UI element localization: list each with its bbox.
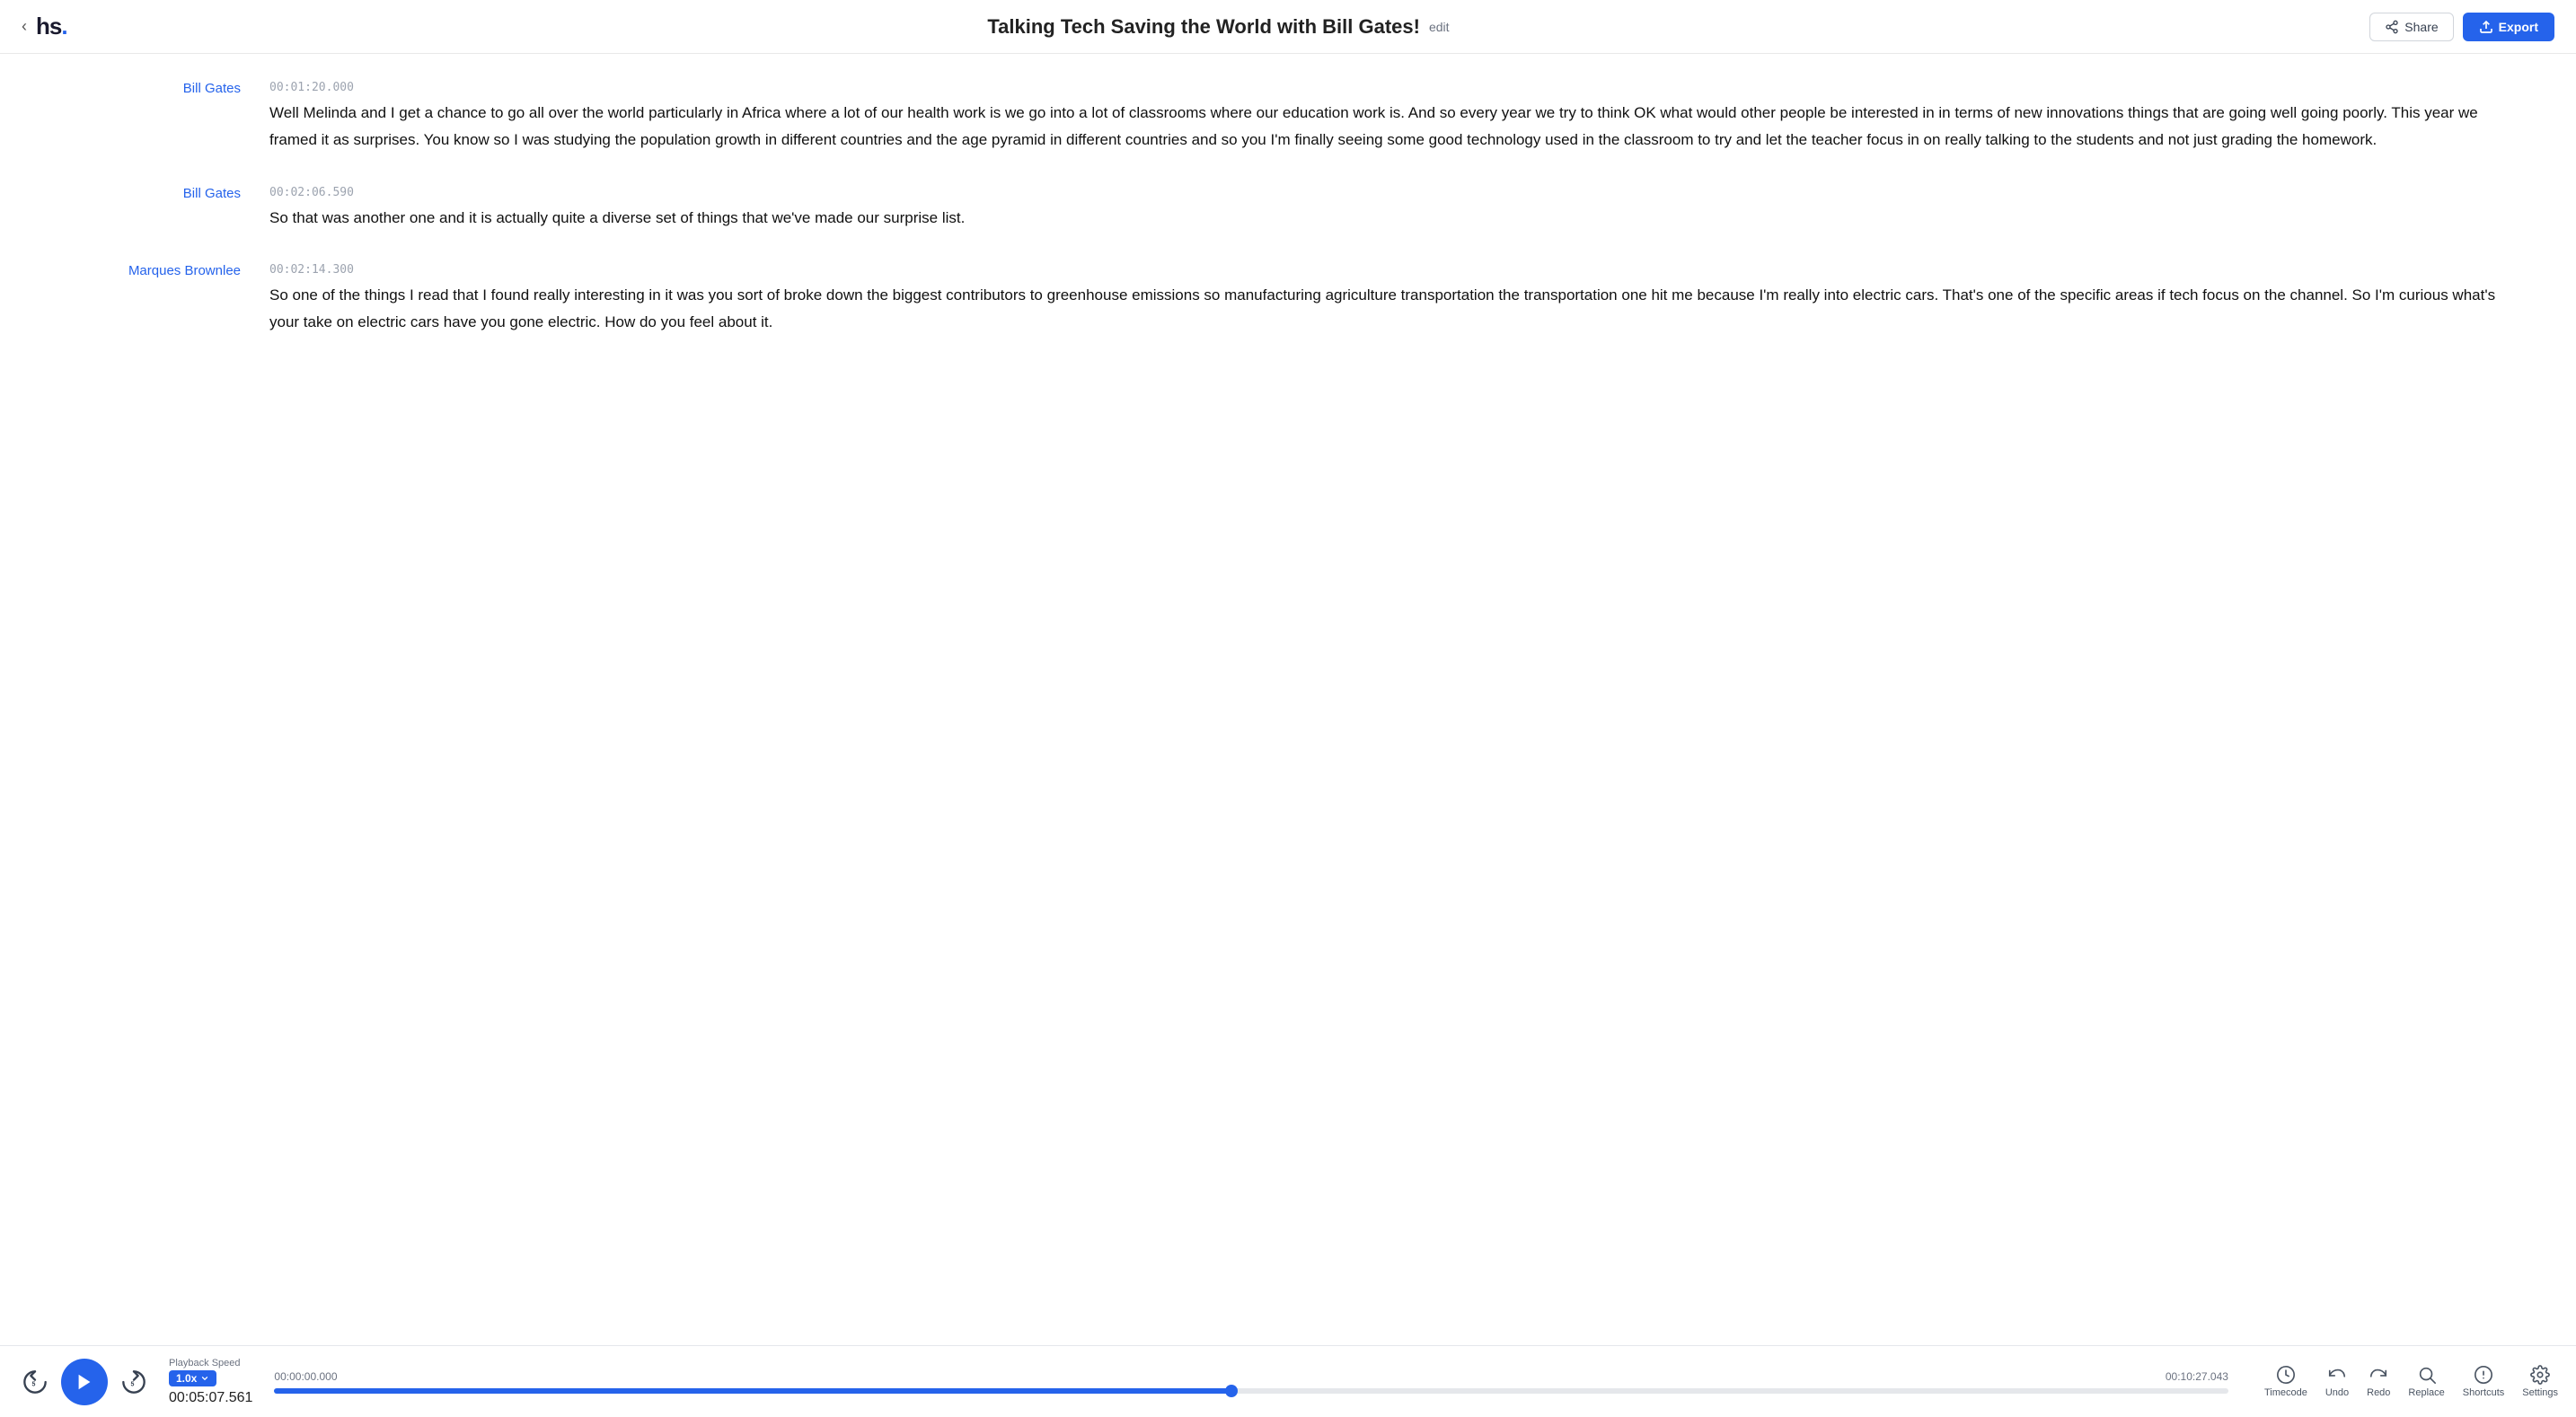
progress-thumb[interactable] — [1225, 1385, 1238, 1397]
content-col-2: 00:02:06.590 So that was another one and… — [269, 186, 2504, 232]
skip-forward-button[interactable]: 5 — [117, 1365, 151, 1399]
header-actions: Share Export — [2369, 13, 2554, 41]
transcript-text-1: Well Melinda and I get a chance to go al… — [269, 100, 2504, 154]
speaker-col-2: Bill Gates — [72, 186, 269, 232]
speaker-name-1[interactable]: Bill Gates — [183, 81, 241, 96]
transcript-block-3: Marques Brownlee 00:02:14.300 So one of … — [0, 263, 2576, 336]
progress-times: 00:00:00.000 00:10:27.043 — [274, 1370, 2228, 1383]
transcript-block-1: Bill Gates 00:01:20.000 Well Melinda and… — [0, 81, 2576, 154]
timecode-label: Timecode — [2264, 1387, 2307, 1398]
timestamp-2: 00:02:06.590 — [269, 186, 2504, 199]
export-label: Export — [2499, 20, 2538, 34]
content-col-1: 00:01:20.000 Well Melinda and I get a ch… — [269, 81, 2504, 154]
speaker-name-3[interactable]: Marques Brownlee — [128, 263, 241, 278]
timecode-button[interactable]: Timecode — [2264, 1365, 2307, 1398]
speaker-name-2[interactable]: Bill Gates — [183, 186, 241, 201]
progress-section: 00:00:00.000 00:10:27.043 — [274, 1370, 2228, 1394]
start-time: 00:00:00.000 — [274, 1370, 337, 1383]
content-col-3: 00:02:14.300 So one of the things I read… — [269, 263, 2504, 336]
undo-button[interactable]: Undo — [2325, 1365, 2349, 1398]
back-icon[interactable]: ‹ — [22, 17, 27, 36]
redo-label: Redo — [2367, 1387, 2390, 1398]
timestamp-3: 00:02:14.300 — [269, 263, 2504, 277]
end-time: 00:10:27.043 — [2166, 1370, 2228, 1383]
progress-fill — [274, 1388, 1231, 1394]
speed-badge[interactable]: 1.0x — [169, 1370, 216, 1386]
speaker-col-3: Marques Brownlee — [72, 263, 269, 336]
shortcuts-icon — [2474, 1365, 2493, 1385]
transcript-text-2: So that was another one and it is actual… — [269, 205, 2504, 232]
playback-speed-label: Playback Speed — [169, 1358, 241, 1369]
redo-button[interactable]: Redo — [2367, 1365, 2390, 1398]
redo-icon — [2369, 1365, 2388, 1385]
play-button[interactable] — [61, 1359, 108, 1405]
edit-link[interactable]: edit — [1429, 20, 1450, 34]
skip-back-icon: 5 — [22, 1369, 48, 1395]
playback-speed-section: Playback Speed 1.0x 00:05:07.561 — [169, 1358, 252, 1406]
header: ‹ hs. Talking Tech Saving the World with… — [0, 0, 2576, 54]
transcript-text-3: So one of the things I read that I found… — [269, 282, 2504, 336]
export-icon — [2479, 20, 2493, 34]
settings-label: Settings — [2522, 1387, 2558, 1398]
logo-text: hs. — [36, 13, 67, 40]
progress-bar[interactable] — [274, 1388, 2228, 1394]
chevron-down-icon — [200, 1374, 209, 1383]
transcript-block-2: Bill Gates 00:02:06.590 So that was anot… — [0, 186, 2576, 232]
speaker-col-1: Bill Gates — [72, 81, 269, 154]
undo-icon — [2327, 1365, 2347, 1385]
bottom-bar: 5 5 Playback Speed 1.0x 00:05:07.561 00:… — [0, 1345, 2576, 1417]
title-text: Talking Tech Saving the World with Bill … — [987, 15, 1420, 39]
skip-back-button[interactable]: 5 — [18, 1365, 52, 1399]
speed-value: 1.0x — [176, 1372, 197, 1385]
toolbar-right: Timecode Undo Redo Replace Shortcuts — [2264, 1365, 2558, 1398]
export-button[interactable]: Export — [2463, 13, 2554, 41]
play-icon — [75, 1372, 94, 1392]
share-icon — [2385, 20, 2399, 34]
main-content: Bill Gates 00:01:20.000 Well Melinda and… — [0, 54, 2576, 1345]
playback-controls: 5 5 — [18, 1359, 151, 1405]
shortcuts-label: Shortcuts — [2463, 1387, 2504, 1398]
settings-icon — [2530, 1365, 2550, 1385]
replace-label: Replace — [2408, 1387, 2444, 1398]
timecode-icon — [2276, 1365, 2296, 1385]
share-button[interactable]: Share — [2369, 13, 2453, 41]
current-time-display: 00:05:07.561 — [169, 1390, 252, 1406]
replace-icon — [2417, 1365, 2437, 1385]
settings-button[interactable]: Settings — [2522, 1365, 2558, 1398]
logo-area[interactable]: ‹ hs. — [22, 13, 67, 40]
shortcuts-button[interactable]: Shortcuts — [2463, 1365, 2504, 1398]
replace-button[interactable]: Replace — [2408, 1365, 2444, 1398]
page-title: Talking Tech Saving the World with Bill … — [987, 15, 1449, 39]
share-label: Share — [2404, 20, 2438, 34]
timestamp-1: 00:01:20.000 — [269, 81, 2504, 94]
undo-label: Undo — [2325, 1387, 2349, 1398]
svg-text:5: 5 — [131, 1381, 135, 1387]
svg-text:5: 5 — [32, 1381, 36, 1387]
skip-forward-icon: 5 — [121, 1369, 146, 1395]
